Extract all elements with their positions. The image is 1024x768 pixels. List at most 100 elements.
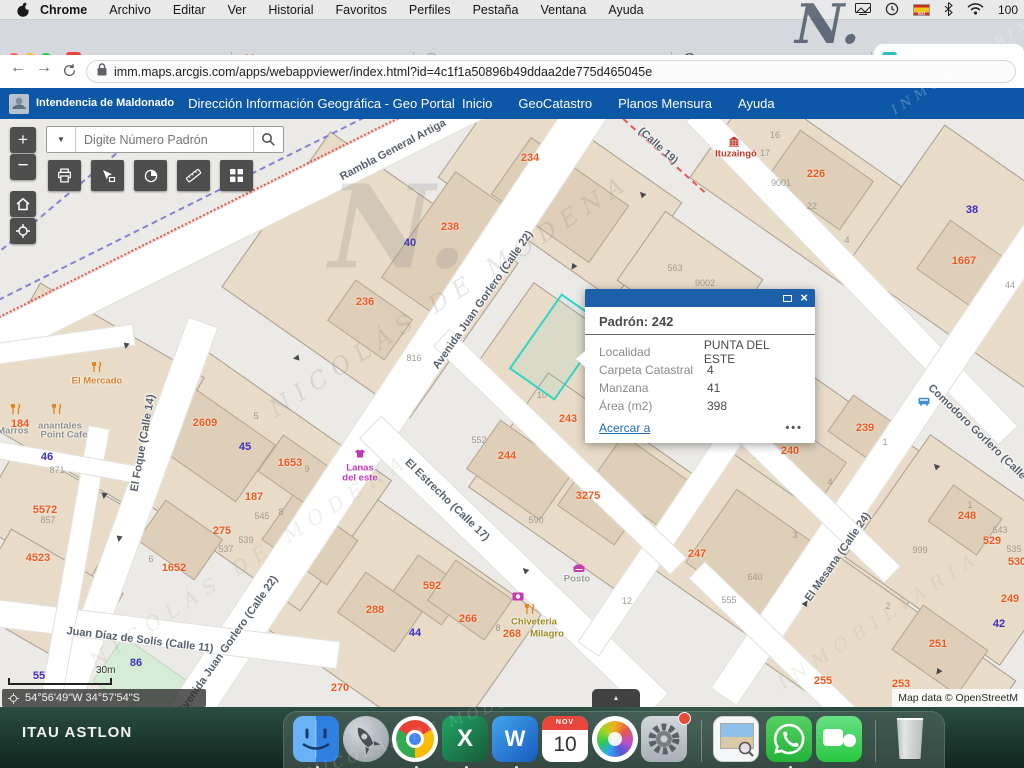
menu-ventana[interactable]: Ventana	[540, 3, 586, 17]
popup-close-icon[interactable]: ×	[800, 291, 808, 304]
popup-more-actions[interactable]: •••	[785, 422, 803, 434]
nav-geocatastro[interactable]: GeoCatastro	[518, 96, 592, 111]
coordinates-text: 54°56'49"W 34°57'54"S	[25, 692, 140, 704]
minor-number: 9001	[771, 178, 791, 188]
menu-editar[interactable]: Editar	[173, 3, 206, 17]
dock-chrome-icon[interactable]	[392, 716, 438, 762]
popup-maximize-icon[interactable]	[783, 295, 792, 302]
nav-inicio[interactable]: Inicio	[462, 96, 492, 111]
zoom-in-button[interactable]: +	[10, 127, 36, 153]
menu-ayuda[interactable]: Ayuda	[608, 3, 643, 17]
map-canvas[interactable]: Rambla General ArtigaAvenida Juan Gorler…	[0, 119, 1024, 707]
select-tool-button[interactable]	[91, 160, 124, 191]
locate-button[interactable]	[10, 218, 36, 244]
parcel-number: 251	[929, 638, 947, 650]
nav-planos-mensura[interactable]: Planos Mensura	[618, 96, 712, 111]
apple-menu-icon[interactable]	[16, 2, 30, 21]
minor-number: 563	[667, 263, 682, 273]
dock-facetime-icon[interactable]	[816, 716, 862, 762]
parcel-number: 1667	[952, 255, 976, 267]
menu-historial[interactable]: Historial	[268, 3, 313, 17]
forward-button[interactable]: →	[36, 59, 52, 77]
address-number: 44	[409, 627, 421, 639]
search-type-dropdown[interactable]: ▼	[47, 127, 76, 152]
geoportal-brand[interactable]: Intendencia de Maldonado	[8, 93, 174, 115]
feature-popup: × Padrón: 242 LocalidadPUNTA DEL ESTE Carpe…	[585, 289, 815, 443]
menu-chrome[interactable]: Chrome	[40, 3, 87, 17]
dock-word-icon[interactable]: W	[492, 716, 538, 762]
menu-pestaña[interactable]: Pestaña	[473, 3, 519, 17]
poi-camera-icon	[512, 588, 524, 600]
parcel-number: 288	[366, 604, 384, 616]
one-way-arrow-icon: ▶	[115, 535, 124, 542]
poi-label: Milagro	[530, 629, 564, 640]
zoom-out-button[interactable]: −	[10, 154, 36, 180]
field-label: Área (m2)	[599, 399, 707, 413]
menu-perfiles[interactable]: Perfiles	[409, 3, 451, 17]
wifi-icon[interactable]	[967, 3, 984, 18]
dock-finder-icon[interactable]	[293, 716, 339, 762]
parcel-number: 5572	[33, 504, 57, 516]
menu-archivo[interactable]: Archivo	[109, 3, 151, 17]
zoom-to-link[interactable]: Acercar a	[599, 421, 650, 435]
popup-field-row: LocalidadPUNTA DEL ESTE	[599, 343, 801, 361]
menu-ver[interactable]: Ver	[228, 3, 247, 17]
bluetooth-icon[interactable]	[944, 2, 953, 19]
minor-number: 640	[747, 572, 762, 582]
minor-number: 1	[882, 437, 887, 447]
minor-number: 44	[1005, 280, 1015, 290]
popup-header: ×	[585, 289, 815, 307]
dock-whatsapp-icon[interactable]	[766, 716, 812, 762]
poi-museum-icon	[728, 134, 740, 146]
minor-number: 590	[528, 515, 543, 525]
minor-number: 816	[406, 353, 421, 363]
one-way-arrow-icon: ▶	[122, 342, 131, 349]
parcel-number: 4523	[26, 552, 50, 564]
minor-number: 552	[471, 435, 486, 445]
print-tool-button[interactable]	[48, 160, 81, 191]
popup-field-row: Manzana41	[599, 379, 801, 397]
calendar-month: NOV	[542, 716, 588, 730]
map-attribution: Map data © OpenStreetM	[892, 689, 1024, 707]
popup-title: Padrón: 242	[585, 307, 815, 334]
poi-label: Point Cafe	[41, 430, 88, 441]
reload-button[interactable]	[62, 63, 77, 83]
parcel-number: 266	[459, 613, 477, 625]
poi-food-icon	[524, 602, 536, 614]
grid-tool-button[interactable]	[220, 160, 253, 191]
home-button[interactable]	[10, 191, 36, 217]
dock-preview-icon[interactable]	[713, 716, 759, 762]
dock-photos-icon[interactable]	[592, 716, 638, 762]
back-button[interactable]: ←	[10, 59, 26, 77]
minor-number: 9002	[695, 278, 715, 288]
geoportal-header: Intendencia de Maldonado Dirección Infor…	[0, 88, 1024, 119]
macos-dock: XWNOV10	[283, 711, 945, 768]
time-machine-icon[interactable]	[885, 2, 899, 19]
nav-ayuda[interactable]: Ayuda	[738, 96, 775, 111]
minor-number: 1	[967, 500, 972, 510]
dock-calendar-icon[interactable]: NOV10	[542, 716, 588, 762]
desktop-wallpaper: ITAU ASTLON XWNOV10	[0, 707, 1024, 768]
chart-tool-button[interactable]	[134, 160, 167, 191]
dock-divider	[701, 720, 702, 762]
dock-excel-icon[interactable]: X	[442, 716, 488, 762]
ruler-tool-button[interactable]	[177, 160, 210, 191]
parcel-number: 2609	[193, 417, 217, 429]
field-label: Carpeta Catastral	[599, 363, 707, 377]
field-value: PUNTA DEL ESTE	[704, 338, 801, 366]
dock-trash-icon[interactable]	[887, 716, 933, 762]
address-bar[interactable]: imm.maps.arcgis.com/apps/webappviewer/in…	[86, 60, 1016, 83]
poi-food-icon	[10, 402, 22, 414]
attribute-table-toggle[interactable]: ▲	[592, 689, 640, 707]
dock-launchpad-icon[interactable]	[343, 716, 389, 762]
search-button[interactable]	[253, 127, 283, 152]
dock-settings-icon[interactable]	[641, 716, 687, 762]
address-number: 38	[966, 204, 978, 216]
menu-favoritos[interactable]: Favoritos	[336, 3, 387, 17]
minor-number: 16	[770, 130, 780, 140]
coordinates-widget[interactable]: 54°56'49"W 34°57'54"S	[2, 689, 206, 707]
search-input[interactable]	[76, 127, 253, 152]
flag-iso-label: ISO	[914, 11, 929, 16]
screen-mirroring-icon[interactable]	[855, 3, 871, 18]
keyboard-layout-flag-icon[interactable]: ISO	[913, 4, 930, 16]
